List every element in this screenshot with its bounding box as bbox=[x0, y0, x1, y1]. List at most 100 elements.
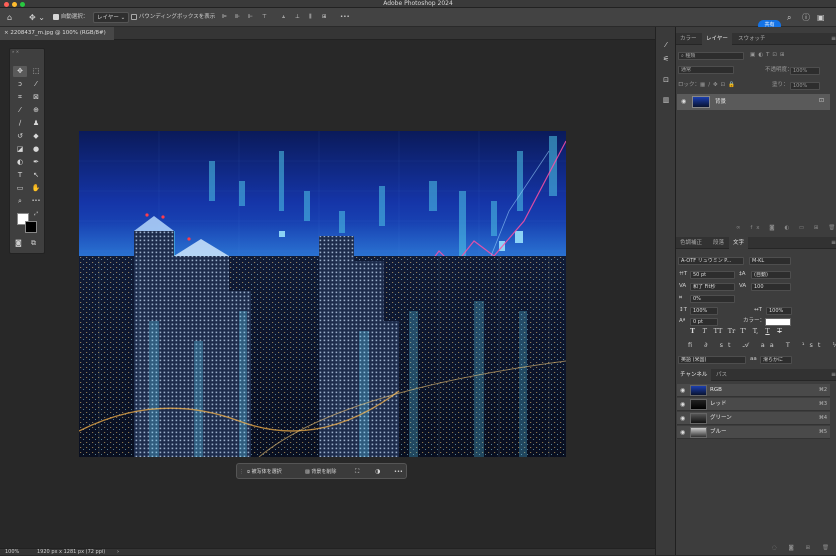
eyedropper-tool[interactable]: ⁄ bbox=[13, 105, 27, 116]
quick-mask-icon[interactable]: ◙ bbox=[15, 239, 22, 247]
blur-tool[interactable]: ● bbox=[29, 144, 43, 155]
type-tool[interactable]: T bbox=[13, 170, 27, 181]
screen-mode-icon[interactable]: ⧉ bbox=[31, 239, 36, 248]
search-icon[interactable]: ⌕ bbox=[787, 12, 791, 23]
layer-row-background[interactable]: ◉ 背景 ⊡ bbox=[677, 94, 830, 110]
tracking-field[interactable]: 100 bbox=[751, 283, 791, 291]
quick-select-tool[interactable]: ⁄ bbox=[29, 79, 43, 90]
all-caps-button[interactable]: TT bbox=[712, 327, 724, 335]
auto-select-dropdown[interactable]: レイヤー ⌄ bbox=[93, 12, 130, 23]
lasso-tool[interactable]: ↄ bbox=[13, 79, 27, 90]
strikethrough-button[interactable]: T bbox=[775, 327, 784, 335]
font-family-select[interactable]: A-OTF リュウミン P... bbox=[678, 257, 744, 265]
ctx-grip[interactable]: ⋮ bbox=[239, 467, 244, 477]
baseline-field[interactable]: 0 pt bbox=[690, 318, 718, 326]
channel-row-green[interactable]: ◉ グリーン ⌘4 bbox=[677, 412, 830, 425]
adjustments-icon[interactable]: ⚟ bbox=[660, 54, 672, 64]
tab-swatches[interactable]: スウォッチ bbox=[734, 33, 770, 45]
frame-tool[interactable]: ⊠ bbox=[29, 92, 43, 103]
tab-color[interactable]: カラー bbox=[676, 33, 701, 45]
hscale-field[interactable]: 100% bbox=[766, 307, 792, 315]
subscript-button[interactable]: T, bbox=[751, 327, 760, 335]
tab-paths[interactable]: パス bbox=[712, 369, 731, 381]
brush-settings-icon[interactable]: ⁄ bbox=[660, 40, 672, 50]
dodge-tool[interactable]: ◐ bbox=[13, 157, 27, 168]
align-vcenter-icon[interactable]: ⫨ bbox=[282, 12, 285, 23]
superscript-button[interactable]: T' bbox=[739, 327, 748, 335]
marquee-tool[interactable]: ⬚ bbox=[29, 66, 43, 77]
opacity-field[interactable]: 100% bbox=[790, 67, 820, 75]
hand-tool[interactable]: ✋ bbox=[29, 183, 43, 194]
toolbox-grip[interactable]: » × bbox=[12, 49, 19, 54]
fill-field[interactable]: 100% bbox=[790, 82, 820, 90]
character-panel-menu-icon[interactable]: ≡ bbox=[831, 239, 836, 246]
language-select[interactable]: 英語 (米国) bbox=[678, 356, 746, 364]
layers-footer-icons[interactable]: ∞ fx ◙ ◐ ▭ ⊞ 🗑 bbox=[736, 224, 836, 233]
lock-icons[interactable]: ▦∕✥⊡🔒 bbox=[700, 81, 738, 90]
eraser-tool[interactable]: ◆ bbox=[29, 131, 43, 142]
visibility-eye-icon[interactable]: ◉ bbox=[680, 426, 685, 439]
align-hcenter-icon[interactable]: ⊪ bbox=[235, 12, 240, 23]
faux-bold-button[interactable]: T bbox=[688, 327, 697, 335]
visibility-eye-icon[interactable]: ◉ bbox=[680, 384, 685, 397]
channel-row-blue[interactable]: ◉ ブルー ⌘5 bbox=[677, 426, 830, 439]
stamp-tool[interactable]: ♟ bbox=[29, 118, 43, 129]
zoom-tool[interactable]: ⌕ bbox=[13, 196, 27, 207]
crop-tool[interactable]: ⌗ bbox=[13, 92, 27, 103]
visibility-eye-icon[interactable]: ◉ bbox=[681, 98, 686, 105]
channels-footer-icons[interactable]: ◌ ◙ ⊞ 🗑 bbox=[772, 544, 834, 553]
tsume-field[interactable]: 0% bbox=[690, 295, 735, 303]
help-icon[interactable]: ⓘ bbox=[802, 12, 810, 23]
shape-tool[interactable]: ▭ bbox=[13, 183, 27, 194]
healing-tool[interactable]: ⊕ bbox=[29, 105, 43, 116]
background-color-swatch[interactable] bbox=[25, 221, 37, 233]
underline-button[interactable]: T bbox=[763, 327, 772, 335]
home-icon[interactable]: ⌂ bbox=[7, 12, 12, 23]
document-tab[interactable]: × 2208437_m.jpg @ 100% (RGB/8#) bbox=[0, 27, 114, 40]
faux-italic-button[interactable]: T bbox=[700, 327, 709, 335]
canvas-image[interactable] bbox=[79, 131, 566, 457]
swap-colors-icon[interactable]: ⤢ bbox=[34, 211, 38, 217]
channels-panel-menu-icon[interactable]: ≡ bbox=[831, 371, 836, 378]
leading-field[interactable]: (自動) bbox=[751, 271, 791, 279]
show-bbox-checkbox[interactable] bbox=[131, 13, 137, 20]
move-tool-preset-icon[interactable]: ✥ ⌄ bbox=[29, 12, 45, 23]
font-size-field[interactable]: 50 pt bbox=[690, 271, 735, 279]
pen-tool[interactable]: ✒ bbox=[29, 157, 43, 168]
channel-row-rgb[interactable]: ◉ RGB ⌘2 bbox=[677, 384, 830, 397]
transform-icon[interactable]: ⛶ bbox=[355, 467, 359, 477]
path-select-tool[interactable]: ↖ bbox=[29, 170, 43, 181]
select-subject-button[interactable]: ⍝ 被写体を選択 bbox=[247, 467, 282, 477]
distribute-v-icon[interactable]: ⊞ bbox=[322, 12, 327, 23]
channel-row-red[interactable]: ◉ レッド ⌘3 bbox=[677, 398, 830, 411]
remove-background-button[interactable]: ▨ 背景を削除 bbox=[305, 467, 336, 477]
opentype-icons[interactable]: ﬁ ∂ st 𝒜 aa T ¹st ½ bbox=[688, 341, 836, 350]
text-color-swatch[interactable] bbox=[765, 318, 791, 326]
blend-mode-select[interactable]: 通常 bbox=[678, 66, 734, 74]
tab-layers[interactable]: レイヤー bbox=[702, 33, 732, 45]
history-brush-tool[interactable]: ↺ bbox=[13, 131, 27, 142]
align-top-icon[interactable]: ⊤ bbox=[262, 12, 267, 23]
font-style-select[interactable]: M-KL bbox=[749, 257, 791, 265]
layers-panel-menu-icon[interactable]: ≡ bbox=[831, 35, 836, 42]
visibility-eye-icon[interactable]: ◉ bbox=[680, 398, 685, 411]
move-tool[interactable]: ✥ bbox=[13, 66, 27, 77]
close-tab-icon[interactable]: × bbox=[4, 30, 9, 36]
tab-adjustments[interactable]: 色調補正 bbox=[676, 237, 706, 249]
tab-channels[interactable]: チャンネル bbox=[676, 369, 712, 381]
auto-select-checkbox[interactable] bbox=[53, 13, 59, 20]
ctx-more-button[interactable]: ••• bbox=[394, 467, 403, 477]
align-bottom-icon[interactable]: ⊥ bbox=[295, 12, 300, 23]
more-options-button[interactable]: ••• bbox=[340, 12, 350, 23]
tab-paragraph[interactable]: 段落 bbox=[709, 237, 728, 249]
adjust-icon[interactable]: ◑ bbox=[375, 467, 380, 477]
align-right-icon[interactable]: ⊩ bbox=[248, 12, 253, 23]
character-panel-icon[interactable]: ⊡ bbox=[660, 75, 672, 85]
filter-icons[interactable]: ▣◐T⊡⊞ bbox=[750, 51, 788, 60]
distribute-icon[interactable]: ⫼ bbox=[309, 12, 312, 23]
more-tools-button[interactable]: ••• bbox=[29, 196, 43, 207]
workspace-icon[interactable]: ▣ bbox=[817, 12, 825, 23]
visibility-eye-icon[interactable]: ◉ bbox=[680, 412, 685, 425]
vscale-field[interactable]: 100% bbox=[690, 307, 718, 315]
tab-character[interactable]: 文字 bbox=[729, 237, 749, 249]
